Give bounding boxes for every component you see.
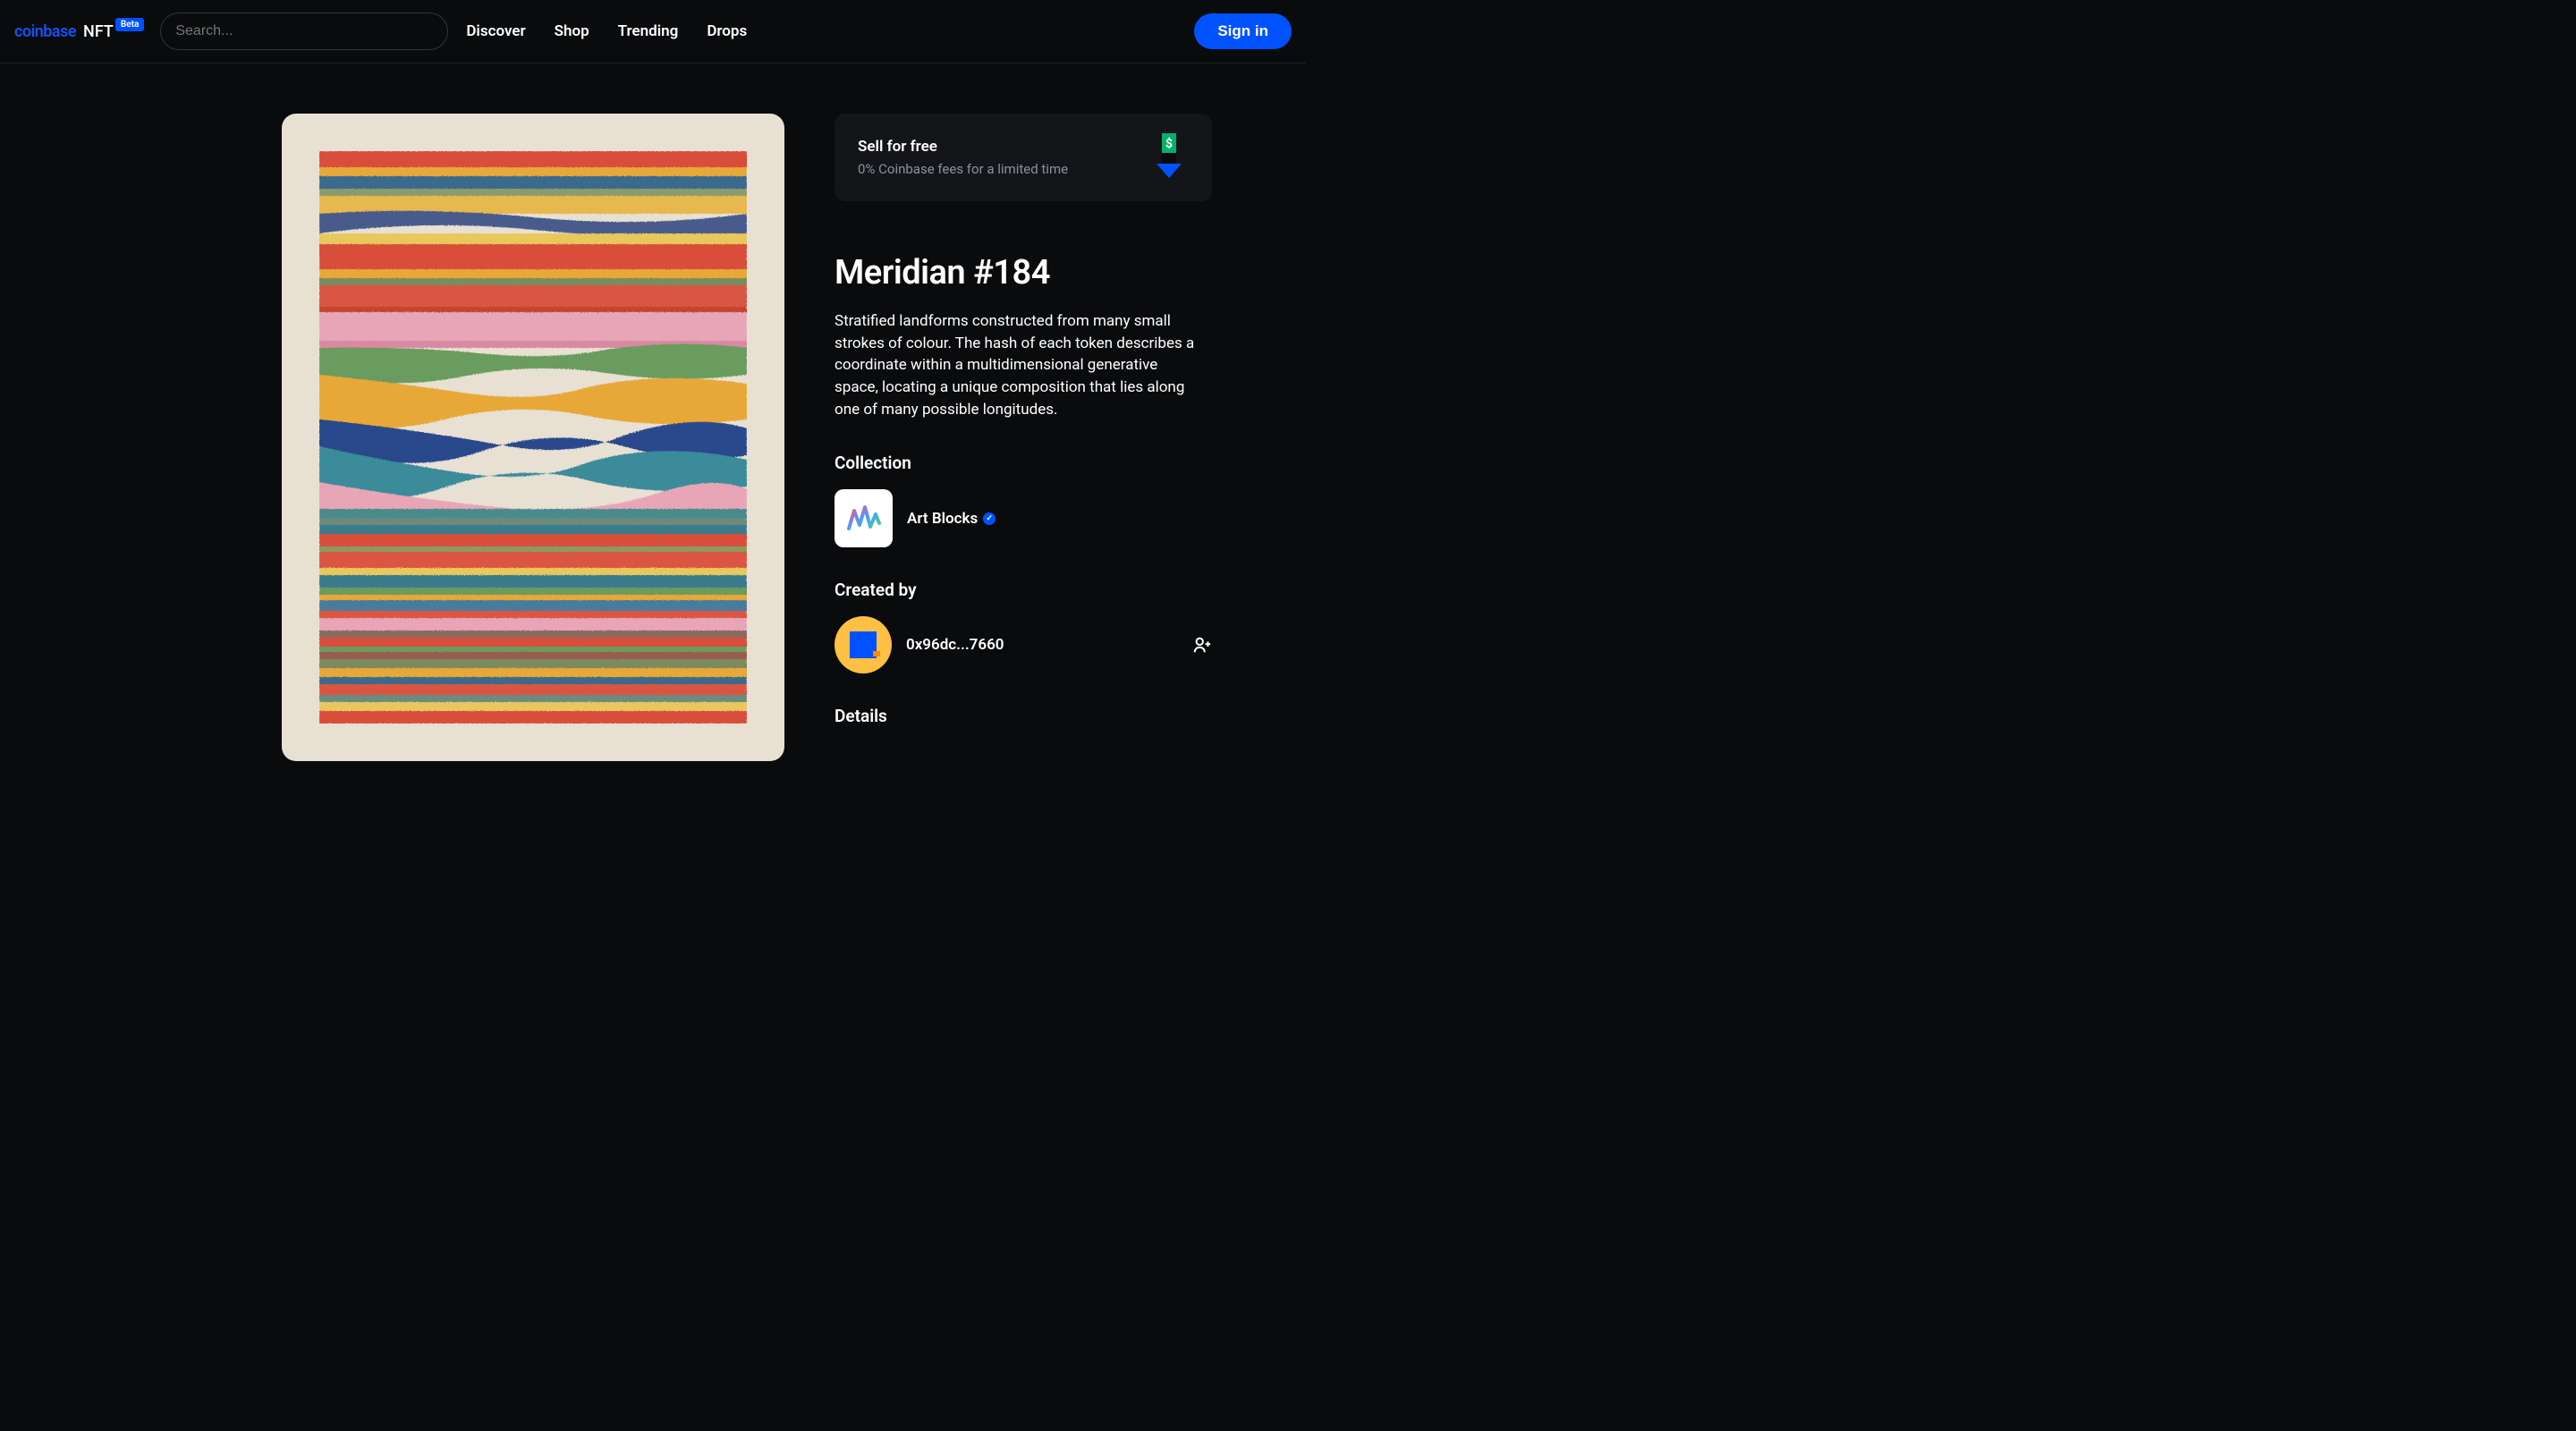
logo-brand: coinbase bbox=[14, 22, 76, 41]
nft-image-frame[interactable] bbox=[282, 114, 784, 761]
nft-artwork bbox=[319, 151, 747, 724]
svg-text:$: $ bbox=[1165, 136, 1173, 151]
collection-link[interactable]: Art Blocks bbox=[835, 489, 1212, 547]
nft-title: Meridian #184 bbox=[835, 253, 1212, 292]
beta-badge: Beta bbox=[115, 18, 144, 31]
creator-address[interactable]: 0x96dc...7660 bbox=[906, 636, 1178, 654]
verified-icon bbox=[983, 512, 996, 525]
search-container[interactable] bbox=[160, 13, 448, 50]
logo[interactable]: coinbase NFT Beta bbox=[14, 22, 146, 41]
creator-label: Created by bbox=[835, 580, 1212, 600]
logo-nft: NFT bbox=[83, 22, 114, 41]
promo-card[interactable]: Sell for free 0% Coinbase fees for a lim… bbox=[835, 114, 1212, 201]
promo-title: Sell for free bbox=[858, 138, 1068, 156]
promo-subtitle: 0% Coinbase fees for a limited time bbox=[858, 161, 1068, 177]
main-nav: Discover Shop Trending Drops bbox=[466, 22, 747, 40]
header: coinbase NFT Beta Discover Shop Trending… bbox=[0, 0, 1306, 64]
collection-name: Art Blocks bbox=[907, 510, 996, 528]
nav-discover[interactable]: Discover bbox=[466, 22, 525, 40]
nft-description: Stratified landforms constructed from ma… bbox=[835, 310, 1201, 420]
nav-trending[interactable]: Trending bbox=[618, 22, 679, 40]
follow-user-icon[interactable] bbox=[1192, 635, 1212, 655]
creator-avatar[interactable] bbox=[835, 616, 892, 673]
collection-label: Collection bbox=[835, 453, 1212, 473]
main-content: Sell for free 0% Coinbase fees for a lim… bbox=[94, 64, 1212, 761]
nav-drops[interactable]: Drops bbox=[707, 22, 747, 40]
creator-row: 0x96dc...7660 bbox=[835, 616, 1212, 673]
details-label: Details bbox=[835, 706, 1212, 726]
collection-avatar bbox=[835, 489, 893, 547]
signin-button[interactable]: Sign in bbox=[1194, 13, 1292, 49]
search-input[interactable] bbox=[175, 23, 433, 39]
price-drop-icon: $ bbox=[1149, 133, 1189, 182]
nav-shop[interactable]: Shop bbox=[555, 22, 589, 40]
